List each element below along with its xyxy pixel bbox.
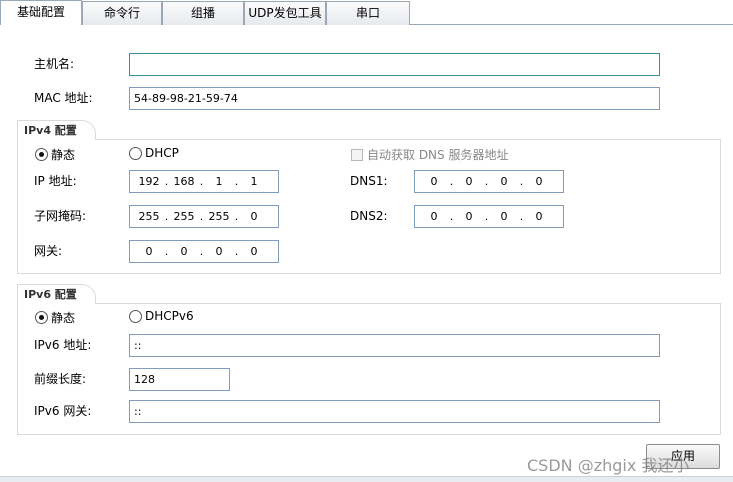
tab-multicast[interactable]: 组播 xyxy=(162,1,244,25)
ip-octet: 0 xyxy=(535,175,543,188)
ipv4-section-title: IPv4 配置 xyxy=(17,120,96,140)
ipv4-dhcp-label: DHCP xyxy=(145,146,179,160)
ip-octet: 0 xyxy=(250,210,258,223)
prefix-length-input[interactable]: 128 xyxy=(129,368,230,391)
ip-octet: 0 xyxy=(535,210,543,223)
ipv6-gateway-input[interactable]: :: xyxy=(129,400,660,423)
prefix-length-label: 前缀长度: xyxy=(34,372,87,386)
tab-serial-port[interactable]: 串口 xyxy=(326,1,410,25)
dns2-input[interactable]: 0. 0. 0. 0 xyxy=(414,205,564,228)
watermark: CSDN @zhgix 我还小 xyxy=(527,456,690,475)
ip-octet: 0 xyxy=(180,245,188,258)
gateway-label: 网关: xyxy=(34,244,63,258)
tab-bar: 基础配置 命令行 组播 UDP发包工具 串口 xyxy=(0,0,733,25)
tab-basic-config[interactable]: 基础配置 xyxy=(0,0,82,25)
ip-address-label: IP 地址: xyxy=(34,174,77,188)
ip-octet: 0 xyxy=(215,245,223,258)
radio-selected-icon xyxy=(35,148,48,161)
ip-octet: 255 xyxy=(173,210,195,223)
ipv6-gateway-label: IPv6 网关: xyxy=(34,404,92,418)
hostname-input[interactable] xyxy=(129,53,660,76)
ipv6-static-radio[interactable]: 静态 xyxy=(35,309,75,326)
ip-octet: 0 xyxy=(500,210,508,223)
ip-octet: 0 xyxy=(430,175,438,188)
ip-octet: 0 xyxy=(465,175,473,188)
ip-octet: 0 xyxy=(500,175,508,188)
tab-command-line[interactable]: 命令行 xyxy=(82,1,162,25)
subnet-mask-label: 子网掩码: xyxy=(34,209,87,223)
dns2-label: DNS2: xyxy=(350,209,388,223)
dns1-input[interactable]: 0. 0. 0. 0 xyxy=(414,170,564,193)
gateway-input[interactable]: 0. 0. 0. 0 xyxy=(129,240,279,263)
bottom-border xyxy=(0,476,733,482)
ip-octet: 0 xyxy=(430,210,438,223)
auto-dns-checkbox[interactable]: 自动获取 DNS 服务器地址 xyxy=(351,146,508,163)
ipv6-dhcpv6-radio[interactable]: DHCPv6 xyxy=(129,309,194,323)
ipv6-section-title: IPv6 配置 xyxy=(17,284,96,304)
ip-octet: 0 xyxy=(465,210,473,223)
radio-selected-icon xyxy=(35,311,48,324)
radio-unselected-icon xyxy=(129,309,142,323)
ipv4-static-label: 静态 xyxy=(51,148,76,162)
ipv6-address-label: IPv6 地址: xyxy=(34,338,92,352)
ip-octet: 192 xyxy=(138,175,160,188)
hostname-label: 主机名: xyxy=(34,57,75,71)
ip-octet: 1 xyxy=(250,175,258,188)
subnet-mask-input[interactable]: 255. 255. 255. 0 xyxy=(129,205,279,228)
dns1-label: DNS1: xyxy=(350,174,388,188)
mac-field[interactable]: 54-89-98-21-59-74 xyxy=(129,87,660,110)
ip-octet: 255 xyxy=(208,210,230,223)
ipv6-dhcpv6-label: DHCPv6 xyxy=(145,309,194,323)
ip-address-input[interactable]: 192. 168. 1. 1 xyxy=(129,170,279,193)
ipv4-static-radio[interactable]: 静态 xyxy=(35,146,75,163)
tab-udp-tool[interactable]: UDP发包工具 xyxy=(244,1,326,25)
ipv6-static-label: 静态 xyxy=(51,311,76,325)
ip-octet: 255 xyxy=(138,210,160,223)
ip-octet: 0 xyxy=(250,245,258,258)
radio-unselected-icon xyxy=(129,146,142,160)
auto-dns-label: 自动获取 DNS 服务器地址 xyxy=(367,148,509,162)
ip-octet: 1 xyxy=(215,175,223,188)
mac-label: MAC 地址: xyxy=(34,91,93,105)
checkbox-icon xyxy=(351,148,363,161)
ipv6-address-input[interactable]: :: xyxy=(129,334,660,357)
ipv4-dhcp-radio[interactable]: DHCP xyxy=(129,146,179,160)
ip-octet: 0 xyxy=(145,245,153,258)
ip-octet: 168 xyxy=(173,175,195,188)
